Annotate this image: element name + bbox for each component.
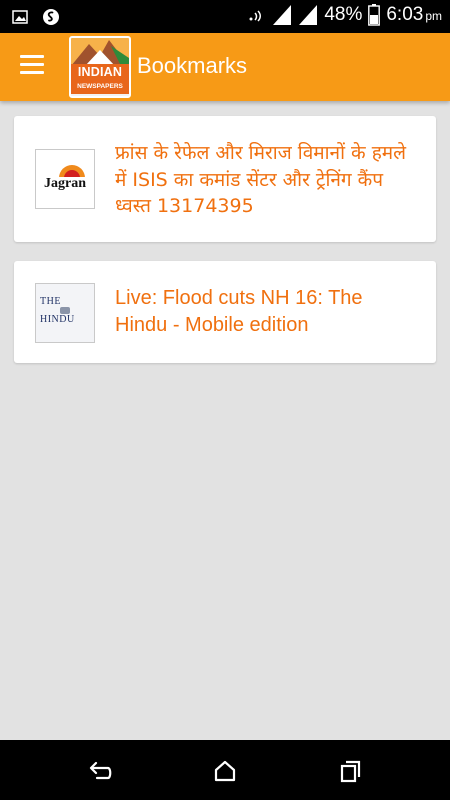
logo-mountains [71, 38, 129, 66]
bookmark-title[interactable]: Live: Flood cuts NH 16: The Hindu - Mobi… [115, 285, 420, 338]
home-icon[interactable] [211, 758, 239, 784]
recents-icon[interactable] [336, 758, 364, 784]
navigation-bar [0, 740, 450, 800]
source-logo-jagran: Jagran [35, 149, 95, 209]
signal-icon [299, 5, 318, 25]
battery-percent: 48% [324, 4, 363, 25]
status-bar-left [12, 8, 60, 26]
source-logo-text: THE [40, 296, 61, 307]
logo-word: INDIAN [71, 64, 129, 80]
page-title: Bookmarks [137, 53, 248, 78]
bookmark-card[interactable]: THE HINDU Live: Flood cuts NH 16: The Hi… [14, 261, 436, 363]
image-notification-icon [12, 10, 28, 24]
clock-time: 6:03 [386, 4, 424, 25]
source-logo-text: Jagran [44, 176, 86, 191]
clock-suffix: pm [425, 9, 442, 23]
shazam-icon [43, 9, 59, 25]
hamburger-menu-icon[interactable] [20, 55, 50, 79]
clock: 6:03 pm [386, 4, 442, 26]
logo-emblem [60, 307, 70, 314]
app-bar: INDIAN NEWSPAPERS Bookmarks [0, 33, 450, 101]
vibrate-icon [249, 10, 262, 22]
source-logo-text: HINDU [40, 314, 75, 325]
logo-subtitle: NEWSPAPERS [71, 80, 129, 94]
signal-icon [273, 5, 292, 25]
source-logo-hindu: THE HINDU [35, 283, 95, 343]
bookmark-card[interactable]: Jagran फ्रांस के रेफेल और मिराज विमानों … [14, 116, 436, 242]
status-bar-right: 48% 6:03 pm [248, 4, 442, 26]
back-icon[interactable] [86, 758, 114, 784]
app-logo: INDIAN NEWSPAPERS [69, 36, 131, 98]
battery-icon [368, 4, 381, 26]
bookmark-title[interactable]: फ्रांस के रेफेल और मिराज विमानों के हमले… [115, 140, 420, 220]
status-bar: 48% 6:03 pm [0, 0, 450, 33]
